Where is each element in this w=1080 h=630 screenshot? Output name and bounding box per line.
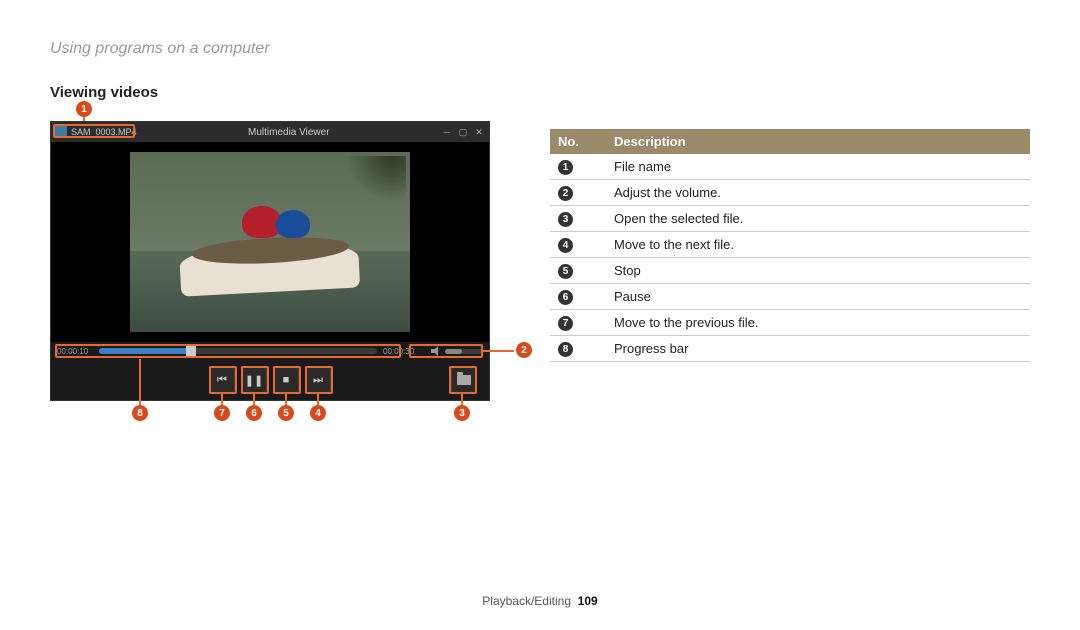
section-title: Viewing videos [50, 84, 1030, 101]
volume-track[interactable] [445, 349, 483, 354]
stop-button[interactable]: ■ [273, 367, 299, 393]
next-button[interactable]: ⏭ [305, 367, 331, 393]
progress-bar[interactable] [99, 348, 377, 354]
close-icon[interactable]: ✕ [473, 126, 485, 138]
volume-icon [431, 346, 441, 356]
media-player: SAM_0003.MP4 Multimedia Viewer ─ ▢ ✕ [50, 121, 490, 401]
table-row: 6Pause [550, 284, 1030, 310]
callout-1: 1 [76, 101, 92, 117]
video-viewport [51, 142, 489, 342]
col-desc: Description [606, 129, 1030, 154]
pause-icon: ❚❚ [245, 374, 263, 387]
callout-4: 4 [310, 405, 326, 421]
callout-3: 3 [454, 405, 470, 421]
minimize-icon[interactable]: ─ [441, 126, 453, 138]
video-frame [130, 152, 410, 332]
callout-2: 2 [516, 342, 532, 358]
table-row: 4Move to the next file. [550, 232, 1030, 258]
table-row: 2Adjust the volume. [550, 180, 1030, 206]
page-number: 109 [578, 594, 598, 608]
callout-6: 6 [246, 405, 262, 421]
pause-button[interactable]: ❚❚ [241, 367, 267, 393]
progress-thumb[interactable] [186, 345, 196, 357]
stop-icon: ■ [283, 374, 290, 386]
skip-forward-icon: ⏭ [313, 374, 323, 387]
filename-label: SAM_0003.MP4 [71, 127, 137, 137]
table-row: 8Progress bar [550, 336, 1030, 362]
footer-section: Playback/Editing [482, 594, 571, 608]
window-title: Multimedia Viewer [137, 127, 441, 138]
folder-icon [457, 375, 471, 385]
previous-button[interactable]: ⏮ [209, 367, 235, 393]
table-row: 1File name [550, 154, 1030, 180]
progress-row: 00:00:10 00:00:30 [51, 342, 489, 360]
open-file-button[interactable] [451, 367, 477, 393]
breadcrumb: Using programs on a computer [50, 40, 1030, 58]
table-row: 7Move to the previous file. [550, 310, 1030, 336]
callout-5: 5 [278, 405, 294, 421]
table-row: 5Stop [550, 258, 1030, 284]
volume-control[interactable] [431, 346, 483, 356]
callout-7: 7 [214, 405, 230, 421]
col-no: No. [550, 129, 606, 154]
titlebar: SAM_0003.MP4 Multimedia Viewer ─ ▢ ✕ [51, 122, 489, 142]
time-total: 00:00:30 [383, 347, 419, 356]
table-row: 3Open the selected file. [550, 206, 1030, 232]
maximize-icon[interactable]: ▢ [457, 126, 469, 138]
controls-row: ⏮ ❚❚ ■ ⏭ [51, 360, 489, 400]
annotated-screenshot: 1 SAM_0003.MP4 Multimedia Viewer ─ ▢ ✕ [50, 121, 490, 401]
time-elapsed: 00:00:10 [57, 347, 93, 356]
page-footer: Playback/Editing 109 [0, 594, 1080, 608]
callout-8: 8 [132, 405, 148, 421]
skip-back-icon: ⏮ [217, 374, 227, 387]
description-table: No. Description 1File name 2Adjust the v… [550, 129, 1030, 362]
app-icon [55, 126, 67, 138]
